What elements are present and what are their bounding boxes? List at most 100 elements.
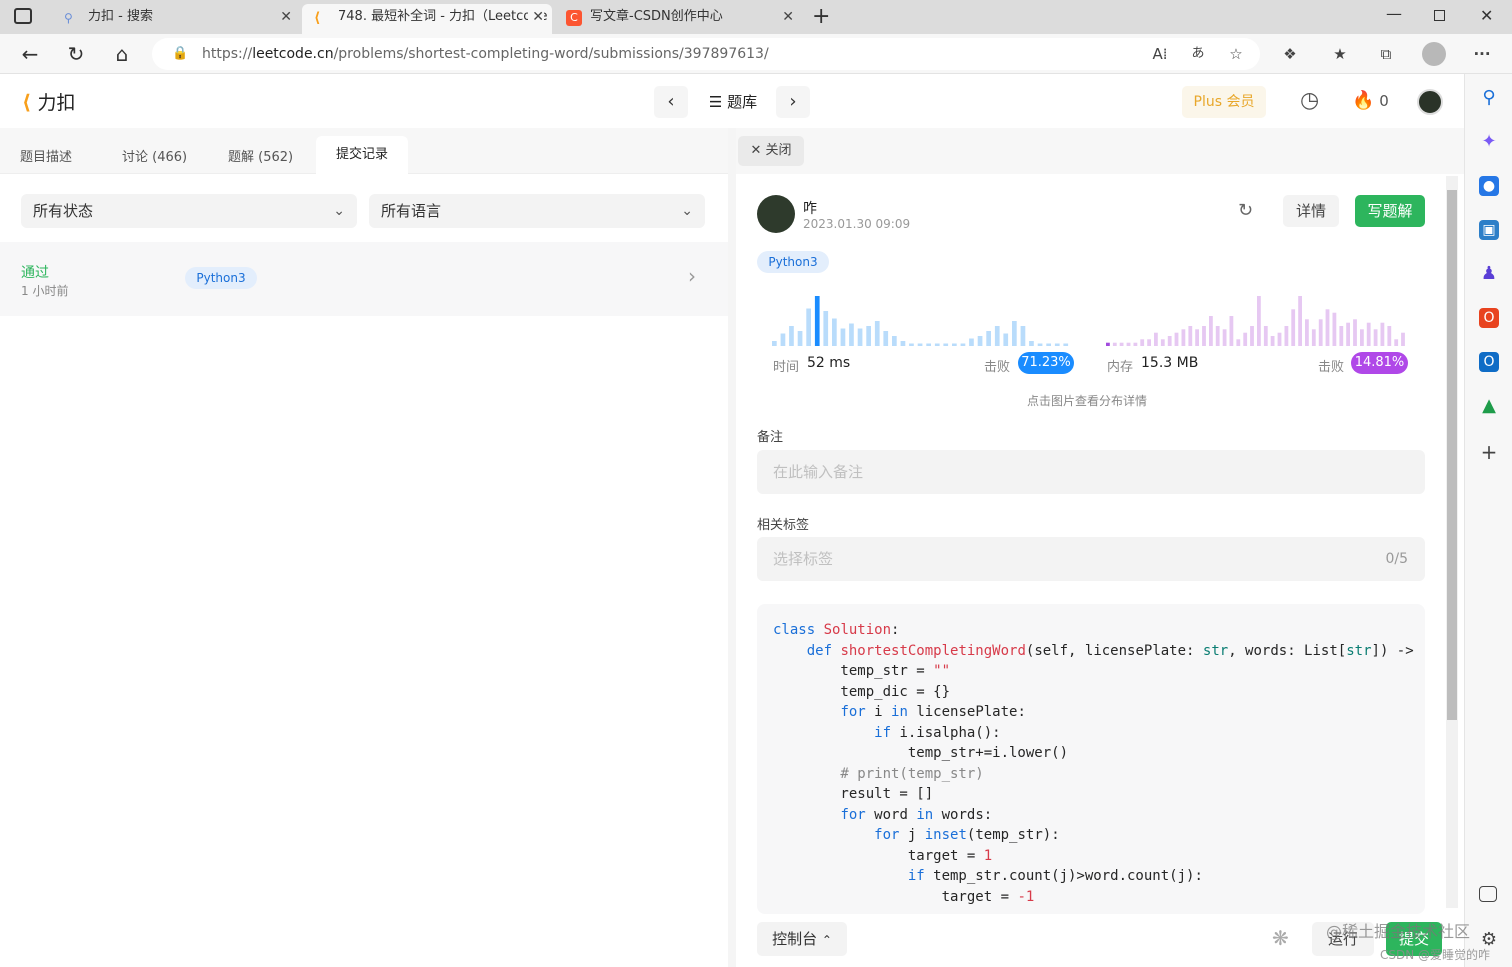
search-icon: ⚲: [64, 11, 73, 25]
leetcode-logo-icon: ⟨: [22, 90, 32, 114]
browser-tab-search[interactable]: ⚲ 力扣 - 搜索 ✕: [52, 4, 300, 34]
extensions-icon[interactable]: ❖: [1276, 40, 1304, 68]
memory-bar: [1188, 326, 1193, 346]
memory-bar: [1332, 312, 1337, 346]
scrollbar[interactable]: [1446, 176, 1458, 908]
close-detail-tab[interactable]: ✕ 关闭: [738, 136, 804, 166]
memory-bar: [1380, 322, 1385, 346]
streak-button[interactable]: 🔥 0: [1352, 90, 1389, 111]
memory-bar: [1284, 326, 1289, 346]
shopping-tag-icon[interactable]: ●: [1479, 176, 1499, 196]
browser-tab-leetcode[interactable]: ⟨ 748. 最短补全词 - 力扣（Leetcode ✕: [302, 4, 552, 34]
leetcode-icon: ⟨: [314, 10, 321, 26]
memory-bar: [1250, 326, 1254, 346]
language-filter[interactable]: 所有语言 ⌄: [369, 194, 705, 228]
maximize-icon[interactable]: [1434, 10, 1445, 21]
watermark-csdn: CSDN @爱睡觉的咋: [1380, 948, 1491, 962]
memory-beat-label: 击败: [1318, 360, 1345, 375]
tab-submissions[interactable]: 提交记录: [316, 136, 408, 174]
close-tab-icon[interactable]: ✕: [280, 4, 292, 30]
runtime-value: 52 ms: [807, 355, 851, 371]
read-aloud-icon[interactable]: A⁞: [1146, 40, 1174, 68]
copilot-icon[interactable]: ✦: [1479, 132, 1499, 152]
memory-bar: [1174, 332, 1179, 346]
leetcode-logo[interactable]: ⟨ 力扣: [22, 88, 76, 115]
tags-select[interactable]: 选择标签 0/5: [757, 537, 1425, 581]
memory-bar: [1373, 329, 1378, 346]
debug-icon[interactable]: ❋: [1272, 926, 1289, 950]
runtime-bar: [1063, 343, 1069, 346]
browser-address-bar: ← ↻ ⌂ 🔒 https://leetcode.cn/problems/sho…: [0, 34, 1512, 74]
outlook-icon[interactable]: O: [1479, 352, 1499, 372]
pane-divider[interactable]: [728, 128, 736, 967]
plus-member-button[interactable]: Plus 会员: [1182, 86, 1266, 118]
refresh-icon[interactable]: ↻: [62, 40, 90, 68]
tab-description[interactable]: 题目描述: [20, 146, 72, 165]
scrollbar-thumb[interactable]: [1447, 190, 1457, 720]
new-tab-icon[interactable]: +: [812, 4, 830, 29]
tab-discussion[interactable]: 讨论 (466): [122, 146, 187, 165]
add-icon[interactable]: +: [1479, 442, 1499, 462]
browser-tab-csdn[interactable]: C 写文章-CSDN创作中心 ✕: [554, 4, 802, 34]
tree-icon[interactable]: ▲: [1479, 396, 1499, 416]
code-line: temp_str+=i.lower(): [773, 745, 1069, 761]
runtime-bar: [977, 336, 983, 346]
runtime-bar: [866, 326, 871, 346]
timer-icon[interactable]: ◷: [1300, 88, 1319, 113]
code-text: class Solution: def shortestCompletingWo…: [773, 620, 1414, 907]
memory-bar: [1243, 332, 1248, 346]
runtime-bar: [857, 328, 863, 346]
code-block[interactable]: class Solution: def shortestCompletingWo…: [757, 604, 1425, 914]
console-button[interactable]: 控制台 ⌃: [757, 922, 847, 956]
profile-avatar[interactable]: [1422, 42, 1446, 66]
memory-bar: [1387, 326, 1392, 346]
close-window-icon[interactable]: ✕: [1480, 6, 1493, 25]
memory-distribution-chart[interactable]: [1106, 290, 1408, 346]
url-field[interactable]: 🔒 https://leetcode.cn/problems/shortest-…: [152, 38, 1260, 70]
memory-bar: [1298, 296, 1302, 346]
right-tabs-bar: [736, 128, 1464, 174]
close-tab-icon[interactable]: ✕: [528, 4, 544, 30]
details-button[interactable]: 详情: [1283, 195, 1339, 227]
runtime-bar: [797, 331, 803, 346]
minimize-icon[interactable]: —: [1386, 4, 1402, 23]
prev-problem-button[interactable]: ‹: [654, 86, 688, 118]
next-problem-button[interactable]: ›: [776, 86, 810, 118]
memory-label: 内存: [1107, 360, 1134, 375]
memory-bar: [1195, 329, 1199, 346]
runtime-bar: [883, 331, 889, 346]
memory-bar: [1126, 342, 1131, 346]
tab-solutions[interactable]: 题解 (562): [228, 146, 293, 165]
memory-bar: [1202, 326, 1206, 346]
memory-bar: [1133, 342, 1138, 346]
tab-actions-icon[interactable]: [14, 8, 32, 24]
user-avatar[interactable]: [1417, 89, 1443, 115]
favorites-icon[interactable]: ★: [1326, 40, 1354, 68]
sidebar-toggle-icon[interactable]: [1479, 886, 1497, 902]
collections-icon[interactable]: ⧉: [1372, 40, 1400, 68]
back-icon[interactable]: ←: [16, 40, 44, 68]
runtime-bar: [772, 341, 777, 346]
write-solution-button[interactable]: 写题解: [1355, 195, 1425, 227]
more-icon[interactable]: ···: [1468, 40, 1496, 68]
runtime-beat-badge: 71.23%: [1018, 352, 1074, 374]
notes-input[interactable]: 在此输入备注: [757, 450, 1425, 494]
problem-list-button[interactable]: ☰ 题库: [696, 86, 770, 118]
memory-bar: [1346, 322, 1350, 346]
search-icon[interactable]: ⚲: [1479, 88, 1499, 108]
close-tab-icon[interactable]: ✕: [782, 4, 794, 30]
runtime-bar: [1037, 343, 1043, 346]
home-icon[interactable]: ⌂: [108, 40, 136, 68]
notes-label: 备注: [757, 430, 784, 445]
add-favorite-icon[interactable]: ☆: [1222, 40, 1250, 68]
share-icon[interactable]: ↻: [1238, 200, 1253, 221]
tools-icon[interactable]: ▣: [1479, 220, 1499, 240]
submit-timestamp: 2023.01.30 09:09: [803, 217, 911, 231]
games-icon[interactable]: ♟: [1479, 264, 1499, 284]
status-filter[interactable]: 所有状态 ⌄: [21, 194, 357, 228]
submission-row[interactable]: 通过 1 小时前 Python3 ›: [0, 242, 728, 316]
translate-icon[interactable]: あ: [1184, 40, 1212, 68]
office-icon[interactable]: O: [1479, 308, 1499, 328]
chevron-up-icon: ⌃: [821, 933, 832, 947]
runtime-distribution-chart[interactable]: [772, 290, 1072, 346]
